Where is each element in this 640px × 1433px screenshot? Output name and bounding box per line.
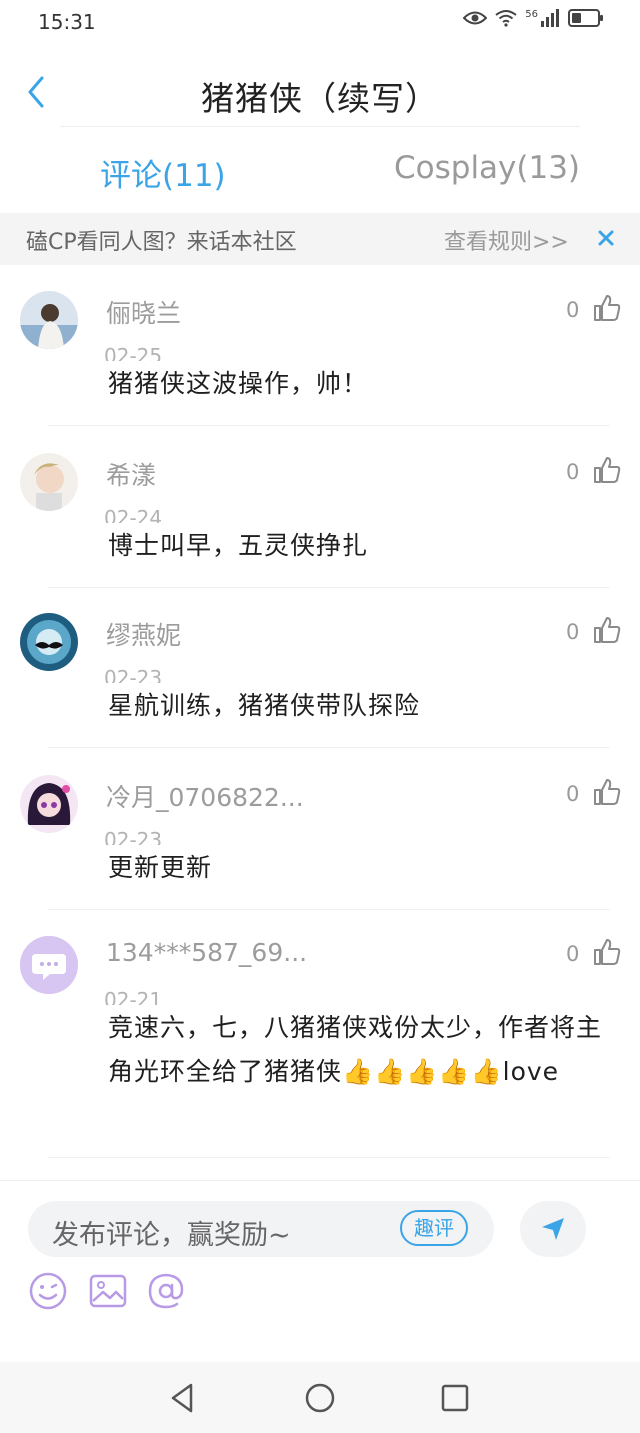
comment-text: 猪猪侠这波操作，帅！	[108, 369, 369, 398]
close-icon	[598, 230, 614, 246]
chat-bubble-icon	[20, 936, 78, 994]
comment-username[interactable]: 缪燕妮	[106, 616, 181, 652]
comment-input[interactable]: 发布评论，赢奖励~ 趣评	[28, 1201, 494, 1257]
close-notice-button[interactable]	[592, 223, 620, 253]
comment-username[interactable]: 134***587_69...	[106, 938, 307, 967]
image-icon[interactable]	[88, 1271, 128, 1311]
emoji-icon[interactable]	[28, 1271, 68, 1311]
thumbs-up-icon[interactable]	[592, 293, 622, 323]
comment-input-placeholder: 发布评论，赢奖励~	[52, 1220, 291, 1251]
comment-username[interactable]: 冷月_0706822...	[106, 778, 304, 814]
thumbs-up-icon[interactable]	[592, 455, 622, 485]
network-type-label: 56	[525, 9, 538, 20]
notice-text: 磕CP看同人图？来话本社区	[26, 230, 297, 255]
fun-review-button[interactable]: 趣评	[400, 1210, 468, 1246]
comment-text: 竞速六，七，八猪猪侠戏份太少，作者将主角光环全给了猪猪侠👍👍👍👍👍love	[108, 1013, 603, 1086]
row-divider	[48, 425, 610, 426]
like-count: 0	[566, 298, 580, 322]
tab-comments[interactable]: 评论(11)	[100, 150, 226, 195]
nav-back-icon[interactable]	[167, 1382, 199, 1414]
avatar[interactable]	[20, 453, 78, 511]
status-icons: 56	[463, 9, 604, 27]
signal-icon	[541, 9, 559, 27]
send-button[interactable]	[520, 1201, 586, 1257]
comment-text: 星航训练，猪猪侠带队探险	[108, 691, 421, 720]
status-bar: 15:31 56	[0, 0, 640, 44]
row-divider	[48, 587, 610, 588]
system-navigation-bar	[0, 1362, 640, 1433]
battery-icon	[568, 9, 603, 27]
tab-bar: 评论(11) Cosplay(13)	[0, 140, 640, 210]
row-divider	[48, 747, 610, 748]
send-icon	[542, 1218, 564, 1240]
avatar[interactable]	[20, 613, 78, 671]
comment-text: 博士叫早，五灵侠挣扎	[108, 531, 369, 560]
nav-header: 猪猪侠（续写）	[0, 52, 640, 132]
eye-icon	[463, 11, 488, 25]
row-divider	[48, 1157, 610, 1158]
status-time: 15:31	[38, 10, 96, 34]
like-count: 0	[566, 942, 580, 966]
nav-home-icon[interactable]	[304, 1382, 336, 1414]
community-notice-banner: 磕CP看同人图？来话本社区 查看规则>>	[0, 213, 640, 265]
like-count: 0	[566, 782, 580, 806]
comments-page: 15:31 56 猪猪侠（续写） 评论(11) Cosplay(13) 磕CP看…	[0, 0, 640, 1433]
mention-icon[interactable]	[146, 1271, 186, 1311]
comment-date: 02-25	[104, 344, 163, 361]
tab-cosplay[interactable]: Cosplay(13)	[394, 150, 580, 186]
comment-composer: 发布评论，赢奖励~ 趣评	[0, 1180, 640, 1362]
nav-recents-icon[interactable]	[439, 1382, 471, 1414]
avatar[interactable]	[20, 936, 78, 994]
thumbs-up-icon[interactable]	[592, 615, 622, 645]
avatar[interactable]	[20, 775, 78, 833]
like-count: 0	[566, 460, 580, 484]
comment-date: 02-21	[104, 988, 163, 1005]
comment-text: 更新更新	[108, 853, 213, 882]
row-divider	[48, 909, 610, 910]
comment-date: 02-24	[104, 506, 163, 523]
like-count: 0	[566, 620, 580, 644]
comment-username[interactable]: 俪晓兰	[106, 294, 181, 330]
thumbs-up-icon[interactable]	[592, 777, 622, 807]
wifi-icon	[495, 10, 517, 27]
comment-date: 02-23	[104, 666, 163, 683]
comment-username[interactable]: 希漾	[106, 456, 156, 492]
view-rules-link[interactable]: 查看规则>>	[444, 224, 569, 256]
thumbs-up-icon[interactable]	[592, 937, 622, 967]
header-divider	[60, 126, 580, 127]
page-title: 猪猪侠（续写）	[201, 79, 439, 118]
avatar[interactable]	[20, 291, 78, 349]
comment-date: 02-23	[104, 828, 163, 845]
